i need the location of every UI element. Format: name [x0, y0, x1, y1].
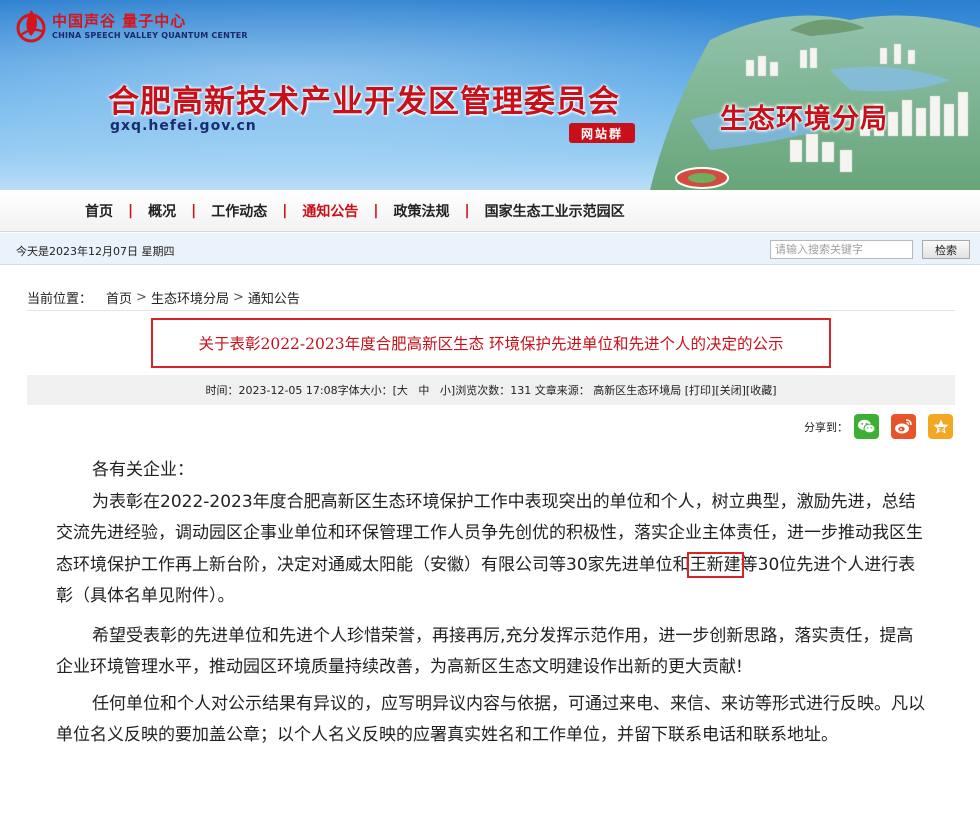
nav-link-overview[interactable]: 概况 [133, 201, 191, 221]
meta-source: 高新区生态环境局 [593, 384, 682, 397]
share-wechat-button[interactable] [854, 414, 879, 439]
search-button[interactable]: 检索 [922, 240, 970, 259]
share-label: 分享到： [804, 420, 848, 434]
header-banner: 中国声谷 量子中心 CHINA SPEECH VALLEY QUANTUM CE… [0, 0, 980, 190]
nav-link-notices[interactable]: 通知公告 [287, 201, 373, 221]
breadcrumb-bureau[interactable]: 生态环境分局 [151, 288, 229, 307]
site-domain: gxq.hefei.gov.cn [110, 118, 257, 134]
nav-link-news[interactable]: 工作动态 [196, 201, 282, 221]
info-search-bar: 今天是2023年12月07日 星期四 检索 [0, 233, 980, 265]
site-logo[interactable]: 中国声谷 量子中心 CHINA SPEECH VALLEY QUANTUM CE… [14, 6, 248, 44]
article-meta-bar: 时间：2023-12-05 17:08 字体大小： [大 中 小] 浏览次数： … [27, 375, 955, 405]
wechat-icon [858, 419, 876, 434]
favorite-button[interactable]: [收藏] [746, 382, 777, 398]
breadcrumb-notices[interactable]: 通知公告 [248, 288, 300, 307]
meta-time: 时间：2023-12-05 17:08 [205, 384, 338, 397]
nav-link-policies[interactable]: 政策法规 [379, 201, 465, 221]
nav-item-news: 工作动态 | [196, 201, 287, 221]
nav-item-home: 首页 | [70, 201, 133, 221]
qzone-star-icon [933, 419, 948, 434]
highlighted-name: 王新建 [686, 551, 744, 578]
logo-chinese: 中国声谷 量子中心 [52, 12, 187, 30]
article-paragraph-1: 为表彰在2022-2023年度合肥高新区生态环境保护工作中表现突出的单位和个人，… [56, 487, 928, 613]
font-size-medium-button[interactable]: 中 [418, 382, 429, 398]
article-title-highlight-box: 关于表彰2022-2023年度合肥高新区生态 环境保护先进单位和先进个人的决定的… [151, 318, 831, 368]
breadcrumb-arrow: > [232, 290, 244, 305]
article-greeting: 各有关企业： [92, 460, 194, 480]
logo-english: CHINA SPEECH VALLEY QUANTUM CENTER [52, 31, 248, 40]
city-aerial-illustration [650, 15, 980, 190]
breadcrumb-prefix: 当前位置： [27, 292, 93, 307]
breadcrumb: 当前位置： 首页 > 生态环境分局 > 通知公告 [27, 288, 300, 307]
main-nav: 首页 | 概况 | 工作动态 | 通知公告 | 政策法规 | 国家生态工业示范园… [0, 190, 980, 232]
meta-font-size-label: 字体大小： [337, 384, 393, 397]
meta-source-label: 文章来源： [534, 384, 590, 397]
article-title: 关于表彰2022-2023年度合肥高新区生态 环境保护先进单位和先进个人的决定的… [198, 335, 784, 353]
close-button[interactable]: [关闭] [715, 382, 746, 398]
meta-views-count: 131 [510, 383, 532, 397]
nav-item-notices: 通知公告 | [287, 201, 378, 221]
share-qzone-button[interactable] [928, 414, 953, 439]
nav-link-eco-park[interactable]: 国家生态工业示范园区 [470, 201, 640, 221]
meta-views-label: 浏览次数： [455, 384, 511, 397]
share-weibo-button[interactable] [891, 414, 916, 439]
logo-text-block: 中国声谷 量子中心 CHINA SPEECH VALLEY QUANTUM CE… [52, 10, 248, 40]
site-group-badge[interactable]: 网站群 [569, 123, 635, 143]
bureau-title: 生态环境分局 [720, 104, 888, 135]
nav-item-policies: 政策法规 | [379, 201, 470, 221]
breadcrumb-home[interactable]: 首页 [106, 288, 132, 307]
article-paragraph-3: 任何单位和个人对公示结果有异议的，应写明异议内容与依据，可通过来电、来信、来访等… [56, 693, 925, 746]
font-size-small-button[interactable]: 小] [440, 382, 455, 398]
article-body: 各有关企业： 为表彰在2022-2023年度合肥高新区生态环境保护工作中表现突出… [56, 455, 928, 752]
print-button[interactable]: [打印] [685, 382, 716, 398]
nav-link-home[interactable]: 首页 [70, 201, 128, 221]
breadcrumb-divider [27, 310, 955, 311]
weibo-icon [895, 419, 912, 434]
site-title: 合肥高新技术产业开发区管理委员会 [108, 84, 620, 120]
font-size-large-button[interactable]: [大 [393, 382, 408, 398]
share-bar: 分享到： [804, 414, 953, 439]
search-input[interactable] [770, 240, 913, 259]
current-date: 今天是2023年12月07日 星期四 [16, 245, 175, 258]
article-paragraph-2: 希望受表彰的先进单位和先进个人珍惜荣誉，再接再厉,充分发挥示范作用，进一步创新思… [56, 625, 914, 678]
nav-item-overview: 概况 | [133, 201, 196, 221]
nav-item-eco-park: 国家生态工业示范园区 [470, 201, 640, 221]
breadcrumb-arrow: > [136, 290, 147, 305]
logo-flame-icon [16, 10, 46, 43]
